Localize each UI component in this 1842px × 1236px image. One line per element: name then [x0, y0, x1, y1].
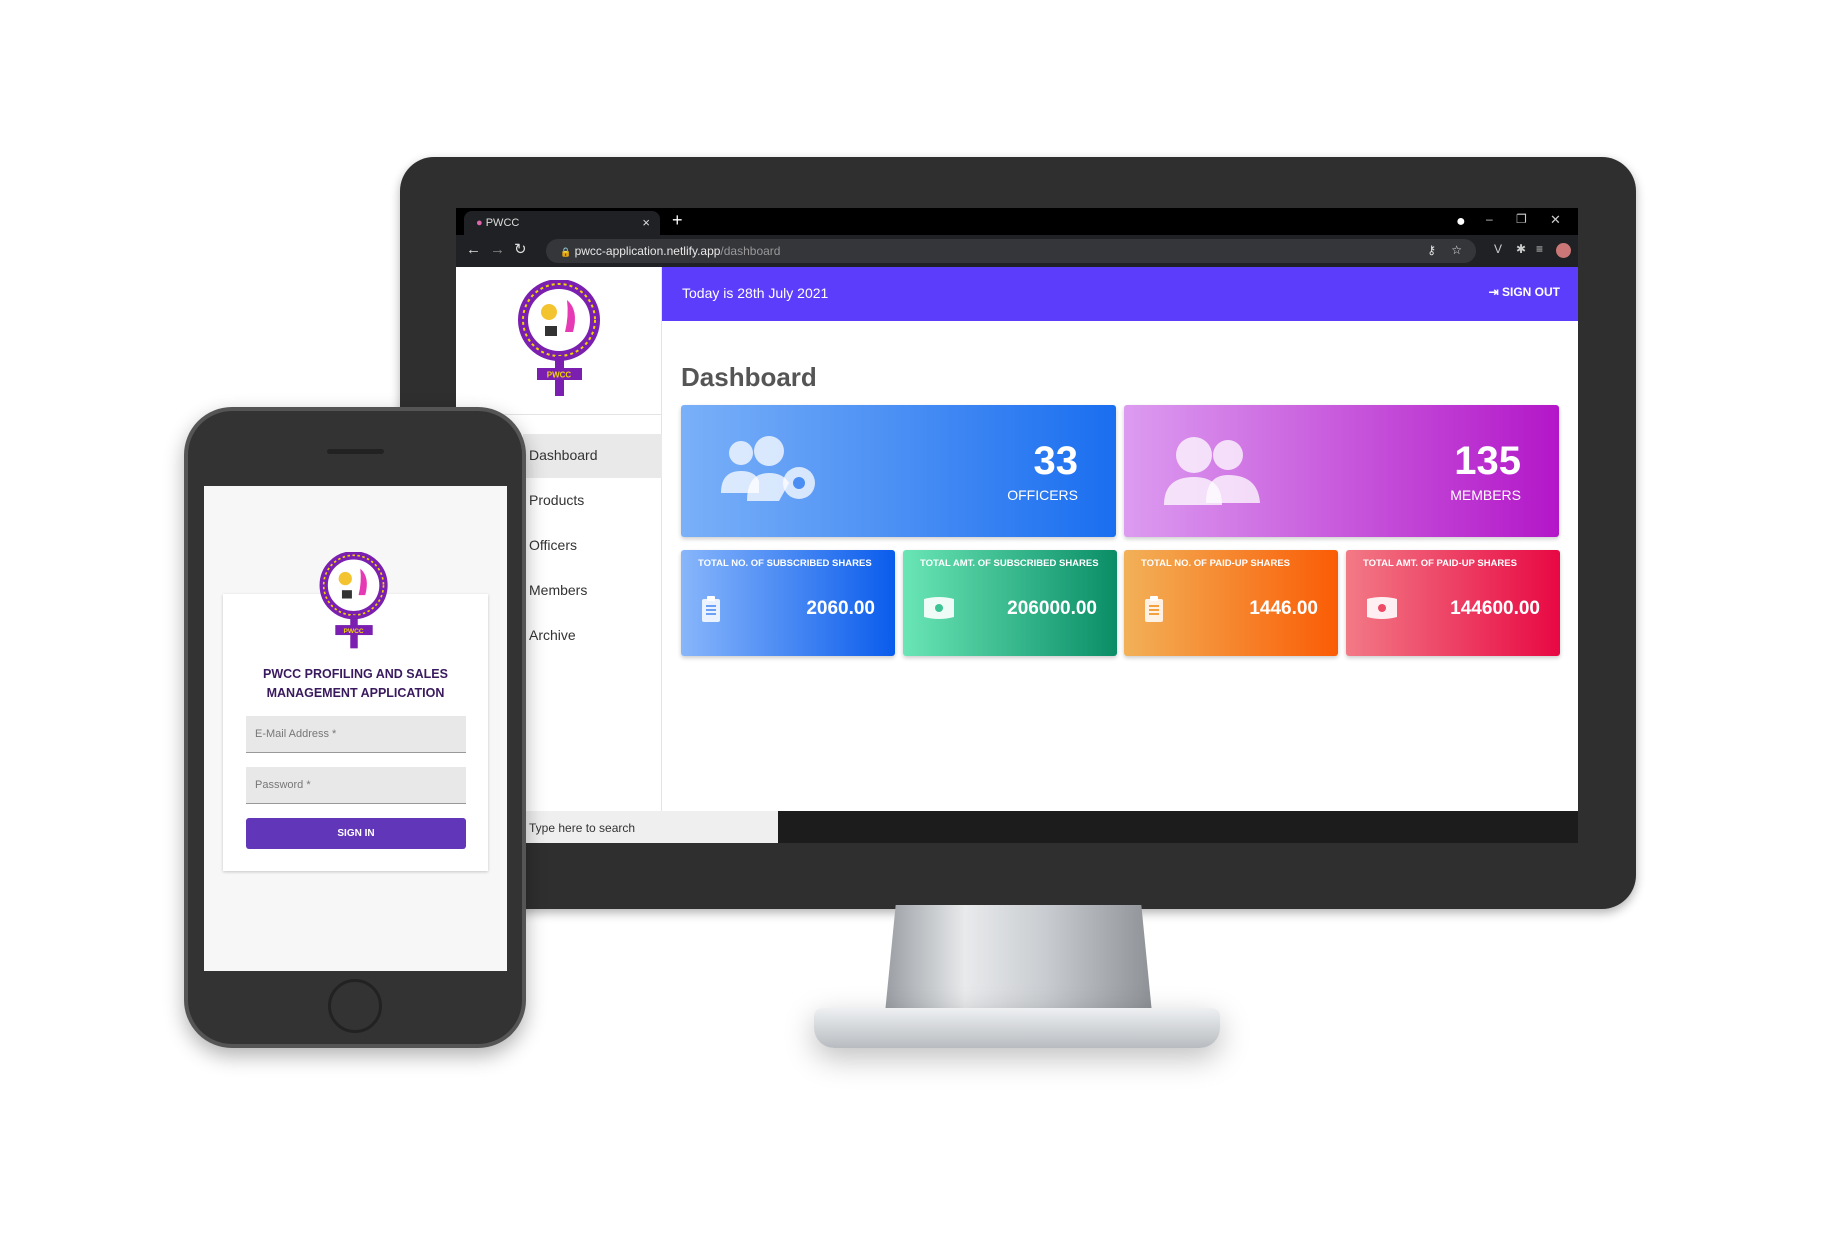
page-title: Dashboard [681, 362, 817, 392]
phone-home-button [328, 979, 382, 1033]
browser-tab[interactable]: ● PWCC × [464, 211, 660, 235]
stat-label: TOTAL NO. OF PAID-UP SHARES [1141, 558, 1291, 569]
phone-screen: PWCC PROFILING AND SALES MANAGEMENT APPL… [204, 486, 507, 971]
minimize-button[interactable]: – [1486, 212, 1493, 226]
email-placeholder: E-Mail Address * [255, 728, 337, 740]
monitor-base [814, 1008, 1220, 1048]
password-field[interactable]: Password * [246, 767, 466, 804]
users-icon [1164, 437, 1260, 505]
login-title-line: PWCC PROFILING AND SALES [263, 667, 448, 681]
restore-button[interactable]: ❐ [1516, 212, 1527, 226]
reading-list-icon[interactable]: ≡ [1536, 242, 1543, 256]
stat-value: 1446.00 [1249, 598, 1318, 619]
users-gear-icon [721, 436, 815, 501]
clipboard-icon [1145, 596, 1163, 622]
clipboard-icon [702, 596, 720, 622]
members-card[interactable]: 135 MEMBERS [1124, 405, 1559, 537]
stat-card-subscribed-shares-count[interactable]: TOTAL NO. OF SUBSCRIBED SHARES 2060.00 [681, 550, 895, 656]
login-title-line: MANAGEMENT APPLICATION [266, 686, 445, 700]
stat-value: 206000.00 [1007, 598, 1097, 619]
address-toolbar: ← → ↻ 🔒 pwcc-application.netlify.app/das… [456, 235, 1578, 267]
stat-card-subscribed-shares-amount[interactable]: TOTAL AMT. OF SUBSCRIBED SHARES 206000.0… [903, 550, 1117, 656]
monitor-screen: ● PWCC × + ● – ❐ ✕ ← → ↻ 🔒 pwcc-applicat… [456, 208, 1578, 843]
lock-icon: 🔒 [560, 247, 572, 257]
officers-count: 33 [1033, 439, 1079, 483]
svg-text:PWCC: PWCC [343, 628, 363, 635]
stat-label: TOTAL AMT. OF PAID-UP SHARES [1363, 558, 1517, 569]
monitor-stand [885, 905, 1152, 1013]
stat-label: TOTAL NO. OF SUBSCRIBED SHARES [698, 558, 872, 569]
profile-indicator-icon: ● [1456, 213, 1466, 230]
extension-v-icon[interactable]: V [1494, 242, 1502, 256]
os-taskbar: Type here to search [456, 811, 1578, 843]
money-icon [924, 597, 954, 619]
dashboard-app: PWCC Dashboard Products Officers Members… [456, 267, 1578, 811]
pwcc-logo-mobile: PWCC [319, 552, 388, 649]
close-window-button[interactable]: ✕ [1550, 212, 1561, 228]
officers-label: OFFICERS [1007, 487, 1078, 503]
password-placeholder: Password * [255, 779, 311, 791]
key-icon[interactable]: ⚷ [1427, 243, 1436, 257]
stat-value: 144600.00 [1450, 598, 1540, 619]
email-field[interactable]: E-Mail Address * [246, 716, 466, 753]
avatar[interactable] [1556, 243, 1571, 258]
reload-icon[interactable]: ↻ [514, 240, 527, 258]
sign-in-label: SIGN IN [337, 828, 375, 839]
url-path: /dashboard [720, 244, 781, 258]
tab-title: PWCC [485, 217, 520, 229]
stat-card-paid-up-shares-count[interactable]: TOTAL NO. OF PAID-UP SHARES 1446.00 [1124, 550, 1338, 656]
taskbar-search-placeholder: Type here to search [529, 821, 636, 835]
members-label: MEMBERS [1450, 487, 1521, 503]
main-content: Dashboard 33 OFFICERS 135 MEMBERS TOTAL … [456, 267, 1578, 811]
extensions-puzzle-icon[interactable]: ✱ [1516, 242, 1526, 256]
url-host: pwcc-application.netlify.app [574, 244, 721, 258]
new-tab-button[interactable]: + [672, 210, 683, 231]
back-icon[interactable]: ← [466, 241, 481, 258]
browser-tab-bar: ● PWCC × + ● – ❐ ✕ [456, 208, 1578, 235]
stat-card-paid-up-shares-amount[interactable]: TOTAL AMT. OF PAID-UP SHARES 144600.00 [1346, 550, 1560, 656]
money-icon [1367, 597, 1397, 619]
stat-value: 2060.00 [806, 598, 875, 619]
url-bar[interactable]: 🔒 pwcc-application.netlify.app/dashboard… [546, 239, 1476, 263]
sign-in-button[interactable]: SIGN IN [246, 818, 466, 849]
members-count: 135 [1454, 439, 1521, 483]
forward-icon[interactable]: → [490, 241, 505, 258]
phone-speaker [327, 449, 384, 454]
taskbar-search-box[interactable]: Type here to search [523, 811, 778, 843]
tab-close-button[interactable]: × [642, 215, 650, 230]
favicon-icon: ● [476, 217, 483, 229]
star-icon[interactable]: ☆ [1451, 243, 1462, 257]
login-title: PWCC PROFILING AND SALES MANAGEMENT APPL… [223, 665, 488, 703]
stat-label: TOTAL AMT. OF SUBSCRIBED SHARES [920, 558, 1099, 569]
officers-card[interactable]: 33 OFFICERS [681, 405, 1116, 537]
